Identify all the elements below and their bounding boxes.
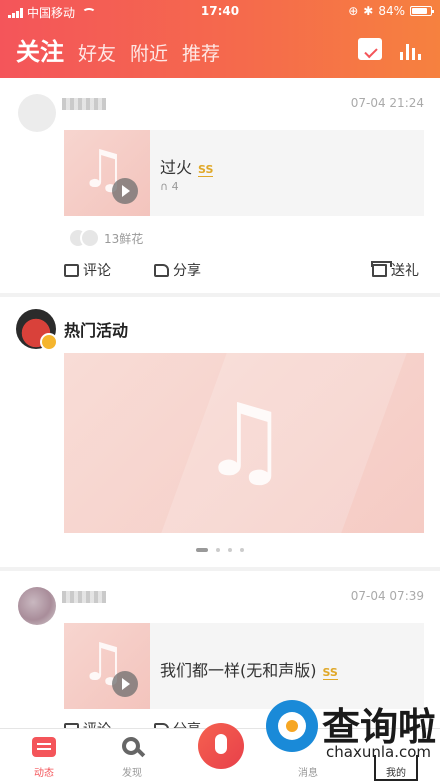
pager-dot[interactable] — [240, 548, 244, 552]
avatar[interactable] — [18, 94, 56, 132]
nav-discover[interactable]: 发现 — [88, 729, 176, 782]
top-tabs: 关注 好友 附近 推荐 — [16, 32, 220, 67]
record-button[interactable] — [198, 723, 244, 769]
nav-label: 消息 — [298, 768, 318, 779]
tab-friends[interactable]: 好友 — [78, 39, 116, 66]
feed-post: 07-04 21:24 ♫ 过火 SS ∩ 4 13鲜花 评论 分享 送礼 — [0, 78, 440, 293]
flower-label: 13鲜花 — [104, 231, 144, 246]
feed-list: 07-04 21:24 ♫ 过火 SS ∩ 4 13鲜花 评论 分享 送礼 热门活… — [0, 78, 440, 728]
comment-icon — [64, 263, 79, 277]
nav-label: 我的 — [386, 768, 406, 779]
lock-rotation-icon: ⊕ — [348, 4, 359, 18]
username-blurred — [62, 98, 106, 110]
song-cover: ♫ — [64, 623, 150, 709]
hot-activity-card: 热门活动 ♫ — [0, 297, 440, 567]
quality-badge: SS — [322, 666, 338, 680]
gift-button[interactable]: 送礼 — [371, 260, 419, 280]
comment-button[interactable]: 评论 — [64, 260, 111, 280]
song-title: 我们都一样(无和声版) SS — [160, 661, 338, 680]
banner-pager — [0, 548, 440, 552]
song-card[interactable]: ♫ 过火 SS ∩ 4 — [64, 130, 424, 216]
watermark-logo-icon — [266, 700, 318, 752]
play-icon[interactable] — [112, 178, 138, 204]
feed-icon — [32, 737, 56, 757]
calendar-check-icon[interactable] — [358, 38, 382, 60]
share-button[interactable]: 分享 — [154, 719, 201, 728]
post-actions: 评论 分享 送礼 — [0, 260, 440, 284]
username-blurred — [62, 591, 106, 603]
pager-dot[interactable] — [216, 548, 220, 552]
battery-icon — [410, 6, 434, 16]
quality-badge: SS — [198, 163, 214, 177]
pager-dot[interactable] — [196, 548, 208, 552]
headphone-icon: ∩ — [160, 180, 169, 193]
avatar[interactable] — [18, 587, 56, 625]
activity-banner[interactable]: ♫ — [64, 353, 424, 533]
flower-giver-avatar — [80, 228, 100, 248]
play-icon[interactable] — [112, 671, 138, 697]
gift-icon — [371, 260, 392, 277]
bar-chart-icon[interactable] — [400, 38, 422, 60]
nav-feed[interactable]: 动态 — [0, 729, 88, 782]
status-bar: 中国移动 17:40 ⊕ ✱ 84% — [0, 0, 440, 24]
tab-recommend[interactable]: 推荐 — [182, 39, 220, 66]
share-button[interactable]: 分享 — [154, 260, 201, 280]
bluetooth-icon: ✱ — [363, 4, 374, 18]
app-header: 中国移动 17:40 ⊕ ✱ 84% 关注 好友 附近 推荐 — [0, 0, 440, 78]
comment-button[interactable]: 评论 — [64, 719, 111, 728]
share-icon — [154, 263, 169, 277]
search-icon — [122, 737, 140, 755]
song-title: 过火 SS — [160, 158, 214, 177]
nav-label: 发现 — [122, 768, 142, 779]
activity-title: 热门活动 — [64, 321, 129, 340]
tab-follow[interactable]: 关注 — [16, 32, 64, 67]
music-note-icon: ♫ — [200, 382, 290, 499]
flower-count[interactable]: 13鲜花 — [64, 228, 143, 248]
pager-dot[interactable] — [228, 548, 232, 552]
status-right: ⊕ ✱ 84% — [348, 4, 434, 18]
post-date: 07-04 07:39 — [350, 589, 424, 603]
watermark-domain: chaxunla.com — [326, 743, 431, 761]
tab-nearby[interactable]: 附近 — [130, 39, 168, 66]
post-date: 07-04 21:24 — [350, 96, 424, 110]
battery-percent: 84% — [378, 4, 405, 18]
listen-count: ∩ 4 — [160, 180, 179, 193]
activity-avatar[interactable] — [16, 309, 58, 351]
activity-header: 热门活动 — [16, 309, 129, 351]
nav-label: 动态 — [34, 768, 54, 779]
watermark: 查询啦 chaxunla.com — [260, 690, 440, 764]
song-cover: ♫ — [64, 130, 150, 216]
